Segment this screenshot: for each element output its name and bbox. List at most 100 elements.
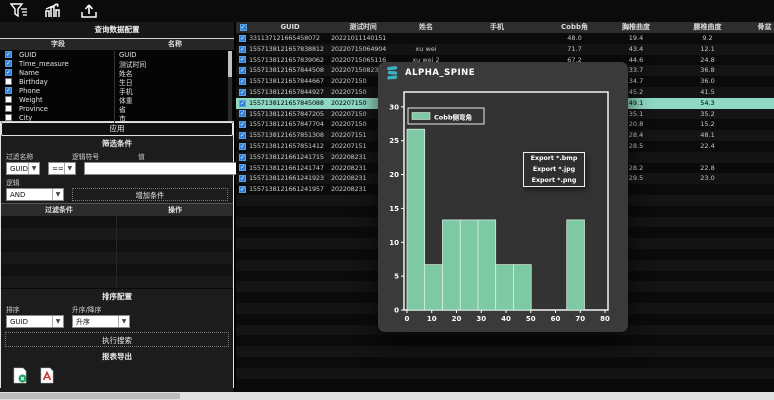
add-condition-button[interactable]: 增加条件 — [72, 188, 228, 201]
table-cell: 1557138121657844667 — [249, 76, 331, 87]
horizontal-scrollbar[interactable] — [0, 392, 774, 400]
table-cell: 15.2 — [660, 119, 755, 130]
filter-cond-col-header: 过滤条件 — [1, 204, 117, 216]
chevron-down-icon: ▼ — [64, 163, 75, 174]
select-all-header[interactable]: ✓ — [236, 22, 249, 33]
filter-empty-row — [1, 240, 233, 252]
checkbox[interactable] — [5, 96, 12, 103]
chevron-down-icon: ▼ — [118, 316, 129, 327]
table-cell: 20220715064904 — [331, 44, 395, 55]
svg-text:0: 0 — [394, 307, 399, 315]
field-id: Province — [16, 105, 114, 113]
table-cell: 71.7 — [537, 44, 612, 55]
checkbox[interactable]: ✓ — [239, 186, 246, 193]
column-header: 手机 — [457, 22, 537, 33]
table-cell: 41.5 — [660, 87, 755, 98]
checkbox[interactable] — [5, 78, 12, 85]
table-row[interactable]: ✓155713812165783881220220715064904xu wei… — [236, 44, 774, 55]
sidebar: 查询数据配置 字段 名称 ✓GUIDGUID✓Time_measure测试时间✓… — [0, 22, 234, 392]
filter-empty-row — [1, 264, 233, 276]
checkbox[interactable]: ✓ — [239, 143, 246, 150]
sort-label: 排序 — [6, 304, 72, 313]
field-id: Weight — [16, 96, 114, 104]
checkbox[interactable]: ✓ — [239, 154, 246, 161]
field-row[interactable]: City市 — [0, 113, 234, 122]
field-table-scrollbar[interactable] — [228, 51, 232, 121]
checkbox[interactable]: ✓ — [5, 51, 12, 58]
field-id: City — [16, 114, 114, 122]
chevron-down-icon: ▼ — [28, 163, 39, 174]
svg-text:20: 20 — [389, 171, 399, 179]
filter-empty-row — [1, 228, 233, 240]
table-cell: 331137121665458072 — [249, 33, 331, 44]
filter-icon[interactable] — [8, 2, 30, 20]
checkbox[interactable]: ✓ — [239, 175, 246, 182]
checkbox[interactable]: ✓ — [239, 164, 246, 171]
sort-order-select[interactable]: 升序▼ — [72, 315, 130, 328]
filter-field-select[interactable]: GUID▼ — [6, 162, 40, 175]
execute-search-button[interactable]: 执行搜索 — [5, 332, 229, 347]
checkbox[interactable]: ✓ — [239, 121, 246, 128]
pdf-file-icon[interactable] — [40, 367, 55, 388]
checkbox[interactable] — [5, 105, 12, 112]
table-cell: 22.4 — [660, 141, 755, 152]
logic-select[interactable]: AND▼ — [6, 188, 64, 201]
sidebar-title: 查询数据配置 — [0, 22, 234, 38]
filter-operator-select[interactable]: ==▼ — [48, 162, 76, 175]
statistics-icon[interactable] — [43, 2, 65, 20]
export-context-menu: Export *.bmpExport *.jpgExport *.png — [523, 152, 585, 187]
filter-empty-row — [1, 216, 233, 228]
checkbox[interactable]: ✓ — [239, 67, 246, 74]
checkbox[interactable]: ✓ — [5, 69, 12, 76]
column-header: 腰椎曲度 — [660, 22, 755, 33]
svg-text:Cobb侧弯角: Cobb侧弯角 — [434, 113, 472, 122]
table-row[interactable]: ✓3311371216654580722022101114015148.019.… — [236, 33, 774, 44]
checkbox[interactable] — [5, 114, 12, 121]
apply-button[interactable]: 应用 — [1, 122, 233, 136]
column-header: 骨盆 — [755, 22, 774, 33]
checkbox[interactable]: ✓ — [239, 56, 246, 63]
table-cell: 48.1 — [660, 130, 755, 141]
checkbox[interactable]: ✓ — [5, 87, 12, 94]
checkbox[interactable]: ✓ — [239, 78, 246, 85]
field-name: 市 — [114, 113, 234, 123]
export-menu-item[interactable]: Export *.bmp — [524, 153, 584, 164]
checkbox[interactable]: ✓ — [239, 89, 246, 96]
table-cell: 9.2 — [660, 33, 755, 44]
table-cell: 12.1 — [660, 44, 755, 55]
svg-text:80: 80 — [600, 315, 610, 323]
table-cell: xu wei — [395, 44, 457, 55]
field-id: Birthday — [16, 78, 114, 86]
window-titlebar[interactable]: ALPHA_SPINE — [378, 62, 628, 84]
export-menu-item[interactable]: Export *.jpg — [524, 164, 584, 175]
field-id: Time_measure — [16, 60, 114, 68]
alpha-spine-window[interactable]: ALPHA_SPINE 0102030405060708005101520253… — [378, 62, 628, 332]
field-name: GUID — [114, 51, 234, 59]
histogram-bar — [442, 220, 460, 310]
column-header: 测试时间 — [331, 22, 395, 33]
table-cell: 1557138121657838812 — [249, 44, 331, 55]
checkbox[interactable]: ✓ — [239, 35, 246, 42]
excel-file-icon[interactable] — [13, 367, 28, 388]
filter-conditions-table: 过滤条件 操作 — [1, 203, 233, 289]
hscroll-thumb[interactable] — [0, 393, 180, 399]
scrollbar-thumb[interactable] — [228, 51, 232, 77]
svg-text:10: 10 — [389, 239, 399, 247]
chevron-down-icon: ▼ — [52, 316, 63, 327]
checkbox[interactable]: ✓ — [239, 100, 246, 107]
table-header-row: ✓GUID测试时间姓名手机Cobb角胸椎曲度腰椎曲度骨盆 — [236, 22, 774, 33]
export-menu-item[interactable]: Export *.png — [524, 175, 584, 186]
table-cell: 1557138121657851308 — [249, 130, 331, 141]
table-row-empty — [236, 379, 774, 390]
checkbox[interactable]: ✓ — [239, 110, 246, 117]
table-cell: 23.0 — [660, 173, 755, 184]
checkbox[interactable]: ✓ — [240, 24, 247, 31]
histogram-bar — [496, 265, 514, 310]
export-icon[interactable] — [78, 2, 100, 20]
field-id: Name — [16, 69, 114, 77]
sort-field-select[interactable]: GUID▼ — [6, 315, 64, 328]
checkbox[interactable]: ✓ — [239, 132, 246, 139]
checkbox[interactable]: ✓ — [5, 60, 12, 67]
field-id: GUID — [16, 51, 114, 59]
checkbox[interactable]: ✓ — [239, 46, 246, 53]
